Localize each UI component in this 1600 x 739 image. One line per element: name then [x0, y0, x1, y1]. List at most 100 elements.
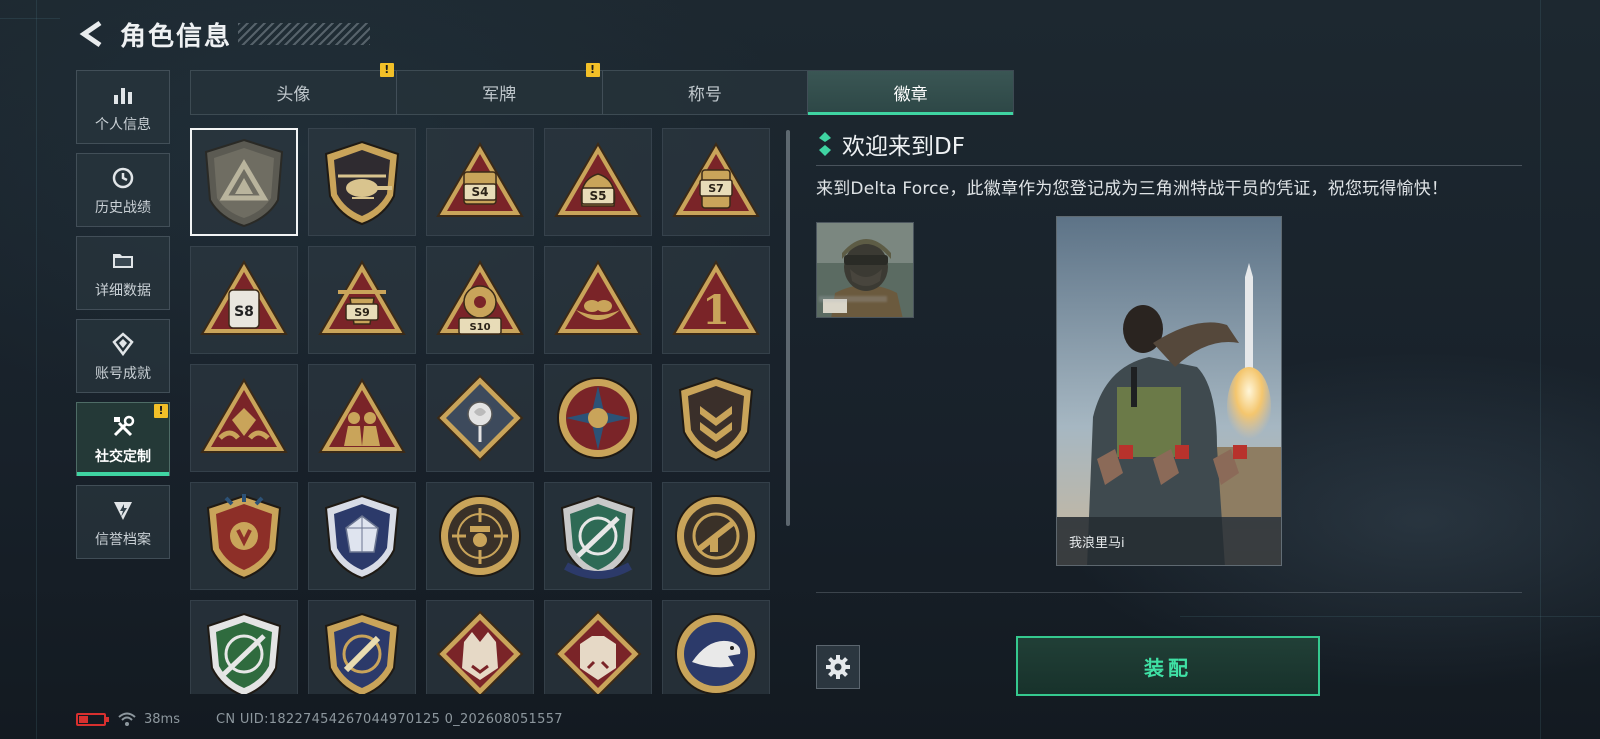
badge-cell[interactable]	[544, 600, 652, 694]
tab[interactable]: 称号	[603, 71, 809, 114]
badge-cell[interactable]	[544, 482, 652, 590]
chevron-shield-badge-icon	[678, 376, 754, 462]
season-s5-badge-icon: S5	[554, 142, 642, 217]
warning-badge-icon: !	[379, 63, 394, 77]
badge-cell[interactable]: S5	[544, 128, 652, 236]
sidebar-item[interactable]: 信誉档案	[76, 485, 170, 559]
detail-bottom-divider	[816, 592, 1522, 593]
badge-cell[interactable]	[190, 600, 298, 694]
badge-cell[interactable]	[308, 600, 416, 694]
delta-shield-badge-icon	[204, 138, 284, 228]
badge-cell[interactable]	[662, 600, 770, 694]
badge-description: 来到Delta Force，此徽章作为您登记成为三角洲特战干员的凭证，祝您玩得愉…	[816, 179, 1449, 199]
sidebar-item-label: 历史战绩	[95, 199, 151, 216]
equip-button[interactable]: 装配	[1016, 636, 1320, 696]
eagle-circle-badge-icon	[675, 613, 757, 694]
badge-cell[interactable]	[426, 364, 534, 472]
avatar-caption	[819, 296, 887, 302]
svg-text:S10: S10	[469, 322, 490, 333]
badge-grid-scrollbar[interactable]	[786, 130, 790, 526]
settings-button[interactable]	[816, 645, 860, 689]
star-wheel-badge-icon	[557, 377, 639, 459]
warning-badge-icon: !	[154, 404, 168, 418]
badge-cell[interactable]: S4	[426, 128, 534, 236]
wolf-diamond-badge-icon	[436, 610, 524, 694]
crystal-shield-badge-icon	[324, 494, 400, 580]
badge-cell[interactable]: 1	[662, 246, 770, 354]
badge-cell[interactable]: S10	[426, 246, 534, 354]
diamond-marker-icon	[816, 131, 834, 157]
nest-egg-badge-icon	[554, 260, 642, 335]
battery-icon	[76, 712, 109, 726]
game-screen: 角色信息 个人信息 历史战绩 详细数据 账号成就 社交定制! 信誉档案 头像! 军牌! 称号徽…	[0, 0, 1600, 739]
svg-text:1: 1	[702, 287, 730, 334]
season-s9-badge-icon: S9	[318, 260, 406, 335]
badge-cell[interactable]	[190, 128, 298, 236]
title-decoration	[238, 23, 371, 45]
rose-diamond-badge-icon	[436, 374, 524, 462]
page-header: 角色信息	[76, 14, 371, 54]
badge-cell[interactable]	[190, 482, 298, 590]
tab[interactable]: 军牌!	[397, 63, 603, 114]
badge-detail-panel: 欢迎来到DF 来到Delta Force，此徽章作为您登记成为三角洲特战干员的凭…	[816, 128, 1522, 728]
season-s10-badge-icon: S10	[436, 260, 524, 335]
badge-cell[interactable]	[662, 482, 770, 590]
badge-cell[interactable]	[308, 482, 416, 590]
gun-shield-badge-icon	[675, 495, 757, 577]
tab[interactable]: 徽章	[808, 71, 1013, 115]
number-one-badge-icon: 1	[672, 260, 760, 335]
page-title: 角色信息	[120, 21, 233, 52]
sidebar-item[interactable]: 详细数据	[76, 236, 170, 310]
sidebar-item-label: 详细数据	[95, 282, 151, 299]
tab-label: 称号	[687, 85, 722, 105]
warning-badge-icon: !	[585, 63, 600, 77]
laurel-shield-badge-icon	[206, 494, 282, 580]
badge-grid-container[interactable]: S4 S5 S7 S8 S9 S10 1	[190, 128, 782, 694]
svg-text:S4: S4	[472, 185, 489, 199]
season-s7-badge-icon: S7	[672, 142, 760, 217]
badge-cell[interactable]	[544, 246, 652, 354]
season-s4-badge-icon: S4	[436, 142, 524, 217]
sidebar-nav: 个人信息历史战绩详细数据账号成就社交定制! 信誉档案	[76, 70, 170, 568]
soldiers-badge-icon	[318, 378, 406, 453]
folder-icon	[109, 247, 137, 275]
badge-cell[interactable]	[426, 600, 534, 694]
ping-readout: 38ms	[144, 711, 180, 727]
badge-cell[interactable]	[426, 482, 534, 590]
back-button[interactable]	[76, 14, 106, 54]
badge-cell[interactable]: S9	[308, 246, 416, 354]
crosshair-agent-badge-icon	[439, 495, 521, 577]
wifi-icon	[118, 712, 136, 726]
sidebar-item[interactable]: 历史战绩	[76, 153, 170, 227]
sidebar-item-label: 账号成就	[95, 365, 151, 382]
hud-line	[0, 18, 60, 19]
svg-text:S9: S9	[354, 306, 370, 319]
boar-diamond-badge-icon	[554, 610, 642, 694]
svg-text:S8: S8	[234, 304, 254, 320]
sidebar-item[interactable]: 账号成就	[76, 319, 170, 393]
gold-blade-shield-badge-icon	[324, 612, 400, 694]
badge-grid: S4 S5 S7 S8 S9 S10 1	[190, 128, 782, 694]
badge-cell[interactable]	[190, 364, 298, 472]
badge-cell[interactable]	[662, 364, 770, 472]
badge-title: 欢迎来到DF	[842, 134, 965, 160]
badge-cell[interactable]	[544, 364, 652, 472]
player-card-name: 我浪里马i	[1057, 517, 1281, 565]
green-rifle-shield-badge-icon	[206, 612, 282, 694]
status-bar: 38ms CN UID:18227454267044970125 0_20260…	[76, 708, 563, 730]
sidebar-item[interactable]: 个人信息	[76, 70, 170, 144]
tab[interactable]: 头像!	[191, 63, 397, 114]
badge-cell[interactable]: S7	[662, 128, 770, 236]
player-card: 我浪里马i	[1056, 216, 1282, 566]
sniper-shield-badge-icon	[560, 494, 636, 580]
hud-line	[36, 0, 37, 739]
badge-cell[interactable]	[308, 128, 416, 236]
tab-label: 头像	[276, 85, 311, 105]
badge-cell[interactable]	[308, 364, 416, 472]
sidebar-item[interactable]: 社交定制!	[76, 402, 170, 476]
badge-cell[interactable]: S8	[190, 246, 298, 354]
hud-line	[1540, 0, 1541, 739]
svg-text:S5: S5	[590, 189, 607, 203]
shield-bolt-icon	[109, 496, 137, 524]
tab-label: 军牌	[482, 85, 517, 105]
